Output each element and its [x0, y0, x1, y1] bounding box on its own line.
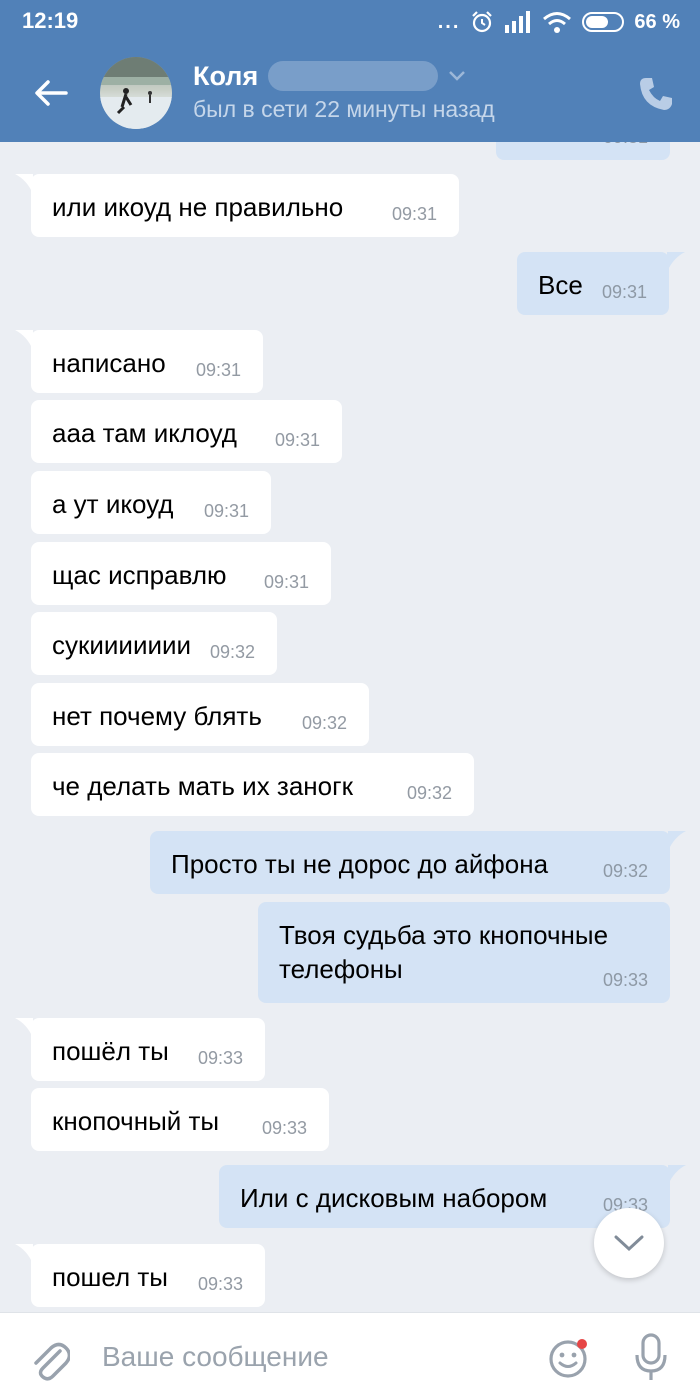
- message-text: а ут икоуд: [52, 489, 174, 519]
- bubble-tail: [15, 1244, 33, 1264]
- message-time: 09:31: [391, 204, 437, 224]
- incoming-message[interactable]: написано 09:31: [15, 330, 263, 393]
- message-text: нет почему блять: [52, 701, 262, 731]
- status-bar: 12:19 ... 66 %: [0, 0, 700, 44]
- message-time: 09:32: [602, 861, 648, 881]
- message-text: Просто ты не дорос до айфона: [171, 849, 549, 879]
- wifi-icon: [543, 12, 572, 33]
- microphone-button[interactable]: [634, 1333, 668, 1383]
- message-text: сукиииииии: [52, 630, 192, 660]
- message-text: че делать мать их заногк: [52, 771, 353, 801]
- outgoing-message[interactable]: Все 09:31: [517, 252, 685, 315]
- message-text: пошёл ты: [52, 1036, 169, 1066]
- phone-icon: [640, 78, 672, 110]
- message-text: Твоя судьба это кнопочные телефоны: [279, 920, 609, 984]
- incoming-message[interactable]: или икоуд не правильно 09:31: [15, 174, 459, 237]
- battery-percent: 66 %: [634, 10, 680, 33]
- message-time: 09:31: [274, 430, 320, 450]
- alarm-icon: [472, 11, 493, 33]
- message-input[interactable]: [102, 1333, 522, 1381]
- message-text: пошел ты: [52, 1262, 168, 1292]
- message-time: 09:33: [602, 970, 648, 990]
- bubble-tail: [668, 1165, 686, 1185]
- scroll-down-button[interactable]: [594, 1208, 664, 1278]
- chevron-down-icon: [449, 71, 466, 81]
- top-bar: 12:19 ... 66 % Коля был в сети 22 минуты…: [0, 0, 700, 142]
- outgoing-message[interactable]: 09:31: [496, 142, 670, 160]
- message-time: 09:31: [195, 360, 241, 380]
- incoming-message[interactable]: кнопочный ты 09:33: [31, 1088, 329, 1151]
- bubble-tail: [15, 1018, 33, 1038]
- message-text: или икоуд не правильно: [52, 192, 344, 222]
- message-time: 09:32: [301, 713, 347, 733]
- message-time: 09:31: [203, 501, 249, 521]
- message-text: кнопочный ты: [52, 1106, 220, 1136]
- incoming-message[interactable]: нет почему блять 09:32: [31, 683, 369, 746]
- contact-name: Коля: [193, 60, 259, 91]
- call-button[interactable]: [636, 74, 676, 114]
- message-time: 09:32: [209, 642, 255, 662]
- incoming-message[interactable]: пошёл ты 09:33: [15, 1018, 265, 1081]
- outgoing-message[interactable]: Просто ты не дорос до айфона 09:32: [150, 831, 686, 894]
- message-time: 09:31: [263, 572, 309, 592]
- message-text: написано: [52, 348, 166, 378]
- incoming-message[interactable]: ааа там иклоуд 09:31: [31, 400, 342, 463]
- message-text: ааа там иклоуд: [52, 418, 237, 448]
- message-time: 09:31: [601, 282, 647, 302]
- chevron-down-icon: [614, 1235, 644, 1252]
- smile-icon: [549, 1339, 587, 1378]
- contact-name-row[interactable]: Коля: [193, 58, 466, 94]
- message-list[interactable]: 09:31 или икоуд не правильно 09:31 Все 09:31…: [0, 142, 700, 1312]
- avatar-image: [100, 57, 172, 129]
- incoming-message[interactable]: пошел ты 09:33: [15, 1244, 265, 1307]
- bubble-tail: [15, 330, 33, 350]
- microphone-icon: [635, 1333, 667, 1380]
- incoming-message[interactable]: че делать мать их заногк 09:32: [31, 753, 474, 816]
- incoming-message[interactable]: сукиииииии 09:32: [31, 612, 277, 675]
- bubble-tail: [15, 174, 33, 194]
- message-time: 09:33: [197, 1048, 243, 1068]
- status-time: 12:19: [22, 8, 79, 33]
- message-time: 09:32: [406, 783, 452, 803]
- message-time: 09:33: [261, 1118, 307, 1138]
- paperclip-icon: [34, 1342, 72, 1381]
- more-dots: ...: [437, 10, 461, 33]
- message-text: Все: [538, 270, 583, 300]
- arrow-left-icon: [35, 80, 68, 106]
- status-indicators: ... 66 %: [438, 8, 680, 36]
- chat-header: Коля был в сети 22 минуты назад: [0, 44, 700, 142]
- incoming-message[interactable]: а ут икоуд 09:31: [31, 471, 271, 534]
- message-time: 09:33: [197, 1274, 243, 1294]
- bubble-tail: [668, 831, 686, 851]
- name-redaction: [268, 61, 439, 91]
- outgoing-message[interactable]: Твоя судьба это кнопочные телефоны 09:33: [258, 902, 670, 1003]
- incoming-message[interactable]: щас исправлю 09:31: [31, 542, 331, 605]
- message-time: 09:31: [603, 142, 648, 148]
- signal-icon: [505, 11, 531, 33]
- message-text: щас исправлю: [52, 560, 227, 590]
- message-text: Или с дисковым набором: [240, 1183, 548, 1213]
- avatar[interactable]: [100, 57, 172, 129]
- composer-bar: [0, 1312, 700, 1400]
- last-seen-status: был в сети 22 минуты назад: [193, 96, 495, 122]
- bubble-tail: [667, 252, 685, 272]
- back-button[interactable]: [26, 70, 76, 116]
- attach-button[interactable]: [30, 1337, 72, 1381]
- emoji-button[interactable]: [548, 1337, 590, 1379]
- battery-icon: [582, 12, 625, 32]
